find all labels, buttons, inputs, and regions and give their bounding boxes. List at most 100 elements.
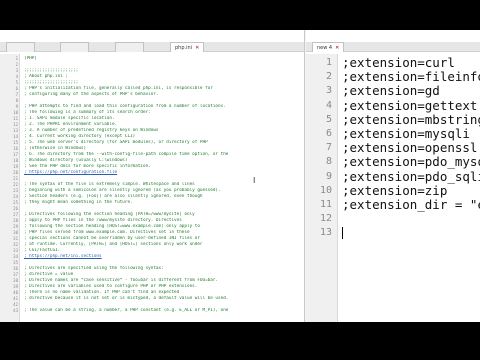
code-line[interactable]: ;extension=mbstring	[342, 112, 480, 127]
letterbox-top	[0, 0, 480, 30]
code-line[interactable]: ; Directive names are *case sensitive* -…	[24, 278, 304, 283]
line-number: 13	[13, 128, 18, 133]
code-line[interactable]: ; directive because it is not set or is …	[24, 296, 304, 301]
right-editor-pane: new 4 ✕ 1 2 3 4 5 6 7 8 9 10 11 12 13 ;extension=curl…	[306, 30, 480, 322]
code-line[interactable]: ; Directives following the section headi…	[24, 212, 304, 217]
code-line[interactable]: ; The syntax of the file is extremely si…	[24, 182, 304, 187]
left-editor-pane: php.ini ✕ 1 2 3 4 5 6 7 8 9 10 11 12 13 14 15 16 17 18 19 20…	[0, 30, 305, 322]
line-number: 40	[13, 290, 18, 295]
close-icon[interactable]: ✕	[335, 45, 339, 51]
code-line[interactable]: ; special sections cannot be overridden …	[24, 236, 304, 241]
code-line[interactable]: ; following the section heading [HOST=ww…	[24, 224, 304, 229]
code-line[interactable]: ;extension=openssl	[342, 141, 477, 155]
code-line[interactable]: ; PHP files served from www.example.com.…	[24, 230, 304, 235]
line-number: 37	[13, 272, 18, 277]
code-line[interactable]: ; they might mean something in the futur…	[24, 200, 304, 205]
code-line[interactable]	[24, 98, 304, 103]
code-line[interactable]: ; apply to PHP files in the /www/mysite …	[24, 218, 304, 223]
tab-untitled[interactable]	[6, 42, 36, 52]
line-number: 3	[325, 85, 332, 97]
code-line[interactable]: ;extension=fileinfo	[342, 70, 480, 84]
code-line[interactable]: ; 2. The PHPRC environment variable.	[24, 122, 304, 127]
code-line[interactable]: ; https://php.net/ini.sections	[24, 254, 304, 259]
code-line[interactable]: ; directive = value	[24, 272, 304, 277]
line-number: 5	[15, 80, 18, 85]
code-line[interactable]: ; Windows directory (usually C:\windows)	[24, 158, 304, 163]
code-line[interactable]: ; CGI/FastCGI.	[24, 248, 304, 253]
code-line[interactable]: ; The following is a summary of its sear…	[24, 110, 304, 115]
line-number: 16	[13, 146, 18, 151]
tab-blank-3[interactable]	[115, 42, 145, 52]
line-number: 21	[13, 176, 18, 181]
code-line[interactable]: ; configuring many of the aspects of PHP…	[24, 92, 304, 97]
line-number: 19	[13, 164, 18, 169]
code-line[interactable]: ; 1. SAPI module specific location.	[24, 116, 304, 121]
code-line[interactable]: ; (otherwise in Windows)	[24, 146, 304, 151]
line-number: 8	[15, 98, 18, 103]
editor-window: php.ini ✕ 1 2 3 4 5 6 7 8 9 10 11 12 13 14 15 16 17 18 19 20…	[0, 30, 480, 322]
line-number: 43	[13, 308, 18, 313]
line-number: 9	[15, 104, 18, 109]
code-line[interactable]: ;extension=curl	[342, 56, 455, 70]
code-line[interactable]: ; Directives are specified using the fol…	[24, 266, 304, 271]
code-line[interactable]	[24, 176, 304, 181]
line-number: 27	[13, 212, 18, 217]
code-line[interactable]: ;extension=mysqli	[342, 127, 470, 141]
right-line-gutter: 1 2 3 4 5 6 7 8 9 10 11 12 13	[306, 54, 338, 322]
code-line[interactable]: ;extension=gd	[342, 84, 440, 98]
line-number: 38	[13, 278, 18, 283]
line-number: 14	[13, 134, 18, 139]
code-line[interactable]: ; Directives are variables used to confi…	[24, 284, 304, 289]
code-line[interactable]: ; There is no name validation. If PHP ca…	[24, 290, 304, 295]
code-line[interactable]: ; 4. Current working directory (except C…	[24, 134, 304, 139]
line-number: 10	[13, 110, 18, 115]
line-number: 12	[13, 122, 18, 127]
line-number: 6	[325, 128, 332, 139]
code-line[interactable]: ;;;;;;;;;;;;;;;;;;;;;	[24, 68, 304, 73]
code-line[interactable]: ; 3. A number of predefined registry key…	[24, 128, 304, 133]
line-number: 24	[13, 194, 18, 199]
video-frame: php.ini ✕ 1 2 3 4 5 6 7 8 9 10 11 12 13 14 15 16 17 18 19 20…	[0, 0, 480, 360]
tab-blank-2[interactable]	[60, 42, 90, 52]
line-number: 41	[13, 296, 18, 301]
code-line[interactable]: ; See the PHP docs for more specific inf…	[24, 164, 304, 169]
line-number: 32	[13, 242, 18, 247]
line-number: 4	[325, 99, 332, 111]
line-number: 25	[13, 200, 18, 205]
line-number: 2	[325, 71, 332, 83]
code-line[interactable]: ; Section headers (e.g. [Foo]) are also …	[24, 194, 304, 199]
line-number: 30	[13, 230, 18, 235]
close-icon[interactable]: ✕	[195, 45, 199, 51]
line-number: 8	[325, 156, 332, 168]
code-line[interactable]: ;extension=pdo_mysql	[342, 155, 480, 169]
code-line[interactable]: ; The value can be a string, a number, a…	[24, 308, 304, 313]
code-line[interactable]	[24, 302, 304, 307]
code-line[interactable]: ; 6. The directory from the --with-confi…	[24, 152, 304, 157]
code-line[interactable]: ; PHP attempts to find and load this con…	[24, 104, 304, 109]
code-line[interactable]: ;extension_dir = "ext"	[342, 198, 480, 212]
code-line[interactable]: ; About php.ini ;	[24, 74, 304, 79]
code-line[interactable]: ;extension=pdo_sqlite	[342, 169, 480, 184]
code-line[interactable]: ; https://php.net/configuration.file	[24, 170, 304, 175]
code-line[interactable]: ; at runtime. Currently, [PATH=] and [HO…	[24, 242, 304, 247]
tab-php-ini[interactable]: php.ini ✕	[170, 42, 205, 52]
letterbox-bottom	[0, 322, 480, 360]
code-line[interactable]: ;extension=gettext	[342, 98, 477, 113]
code-line[interactable]: ;;;;;;;;;;;;;;;;;;;;;	[24, 80, 304, 85]
code-line[interactable]: ; 5. The web server's directory (for SAP…	[24, 140, 304, 145]
tab-new-4[interactable]: new 4 ✕	[312, 42, 345, 52]
code-line[interactable]: ; PHP's initialization file, generally c…	[24, 86, 304, 91]
code-line[interactable]: [PHP]	[24, 56, 304, 61]
line-number: 4	[15, 74, 18, 79]
line-number: 20	[13, 170, 18, 175]
line-number: 11	[319, 199, 332, 210]
code-line[interactable]: ; beginning with a semicolon are silentl…	[24, 188, 304, 193]
line-number: 6	[15, 86, 18, 91]
code-line[interactable]: ;extension=zip	[342, 183, 447, 198]
code-line[interactable]	[24, 260, 304, 265]
code-line[interactable]	[24, 62, 304, 67]
code-line[interactable]	[24, 206, 304, 211]
line-number: 29	[13, 224, 18, 229]
line-number: 3	[15, 68, 18, 73]
line-number: 34	[13, 254, 18, 259]
